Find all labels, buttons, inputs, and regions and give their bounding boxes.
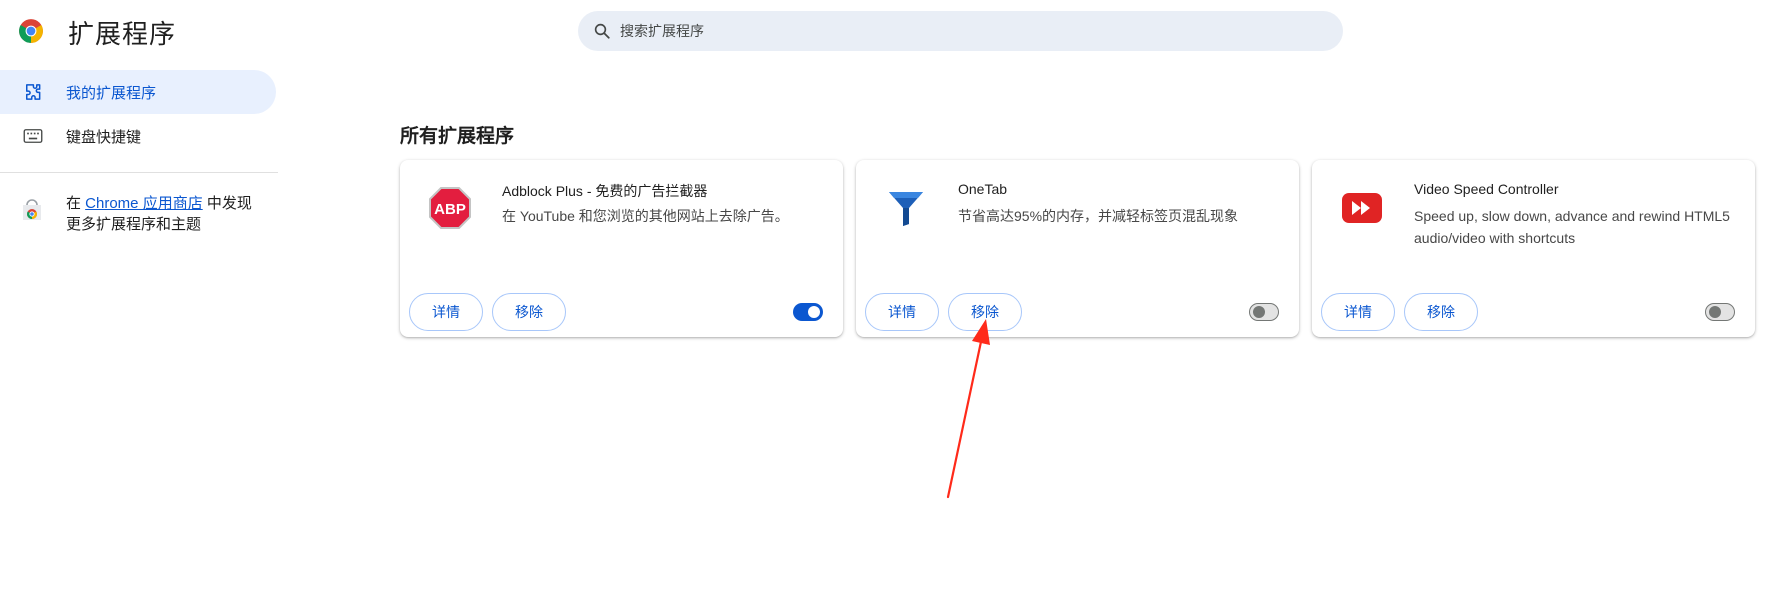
sidebar-item-keyboard-shortcuts[interactable]: 键盘快捷键 <box>0 114 280 158</box>
chrome-web-store-icon <box>23 199 41 220</box>
web-store-promo: 在 Chrome 应用商店 中发现更多扩展程序和主题 <box>0 173 280 235</box>
onetab-funnel-icon <box>884 186 928 230</box>
section-title: 所有扩展程序 <box>400 126 515 147</box>
enable-toggle[interactable] <box>1705 303 1735 321</box>
svg-text:ABP: ABP <box>434 201 466 218</box>
search-bar[interactable] <box>578 11 1343 51</box>
toggle-knob <box>1709 305 1721 318</box>
enable-toggle[interactable] <box>1249 303 1279 321</box>
enable-toggle[interactable] <box>793 303 823 321</box>
chrome-logo-icon <box>19 19 43 43</box>
abp-icon: ABP <box>428 186 472 230</box>
page-title: 扩展程序 <box>68 19 177 49</box>
extension-card-adblock-plus: ABP Adblock Plus - 免费的广告拦截器 在 YouTube 和您… <box>400 160 843 337</box>
details-button[interactable]: 详情 <box>1321 293 1395 331</box>
extension-description: 在 YouTube 和您浏览的其他网站上去除广告。 <box>502 208 789 224</box>
extension-name: Adblock Plus - 免费的广告拦截器 <box>502 183 708 199</box>
extension-description: 节省高达95%的内存，并减轻标签页混乱现象 <box>958 208 1239 224</box>
web-store-promo-text: 在 Chrome 应用商店 中发现更多扩展程序和主题 <box>66 195 252 233</box>
remove-button[interactable]: 移除 <box>948 293 1022 331</box>
extension-name: Video Speed Controller <box>1414 181 1559 197</box>
search-input[interactable] <box>620 23 1300 39</box>
puzzle-icon <box>22 81 44 103</box>
toggle-knob <box>808 306 820 318</box>
remove-button[interactable]: 移除 <box>492 293 566 331</box>
annotation-arrow-icon <box>946 319 990 499</box>
extension-name: OneTab <box>958 181 1008 197</box>
sidebar: 我的扩展程序 键盘快捷键 在 Chrome 应用商店 中发现更多扩展程序和主题 <box>0 70 280 235</box>
details-button[interactable]: 详情 <box>409 293 483 331</box>
sidebar-item-label: 键盘快捷键 <box>66 128 142 146</box>
details-button[interactable]: 详情 <box>865 293 939 331</box>
keyboard-icon <box>22 125 44 147</box>
search-icon <box>590 19 614 43</box>
remove-button[interactable]: 移除 <box>1404 293 1478 331</box>
extension-card-onetab: OneTab 节省高达95%的内存，并减轻标签页混乱现象 详情 移除 <box>856 160 1299 337</box>
fast-forward-icon <box>1340 186 1384 230</box>
extension-description: Speed up, slow down, advance and rewind … <box>1414 208 1730 246</box>
app-header: 扩展程序 <box>0 0 1772 62</box>
web-store-link[interactable]: Chrome 应用商店 <box>85 195 203 212</box>
toggle-knob <box>1253 305 1265 318</box>
sidebar-item-label: 我的扩展程序 <box>66 84 157 102</box>
sidebar-item-my-extensions[interactable]: 我的扩展程序 <box>0 70 276 114</box>
extension-card-video-speed-controller: Video Speed Controller Speed up, slow do… <box>1312 160 1755 337</box>
